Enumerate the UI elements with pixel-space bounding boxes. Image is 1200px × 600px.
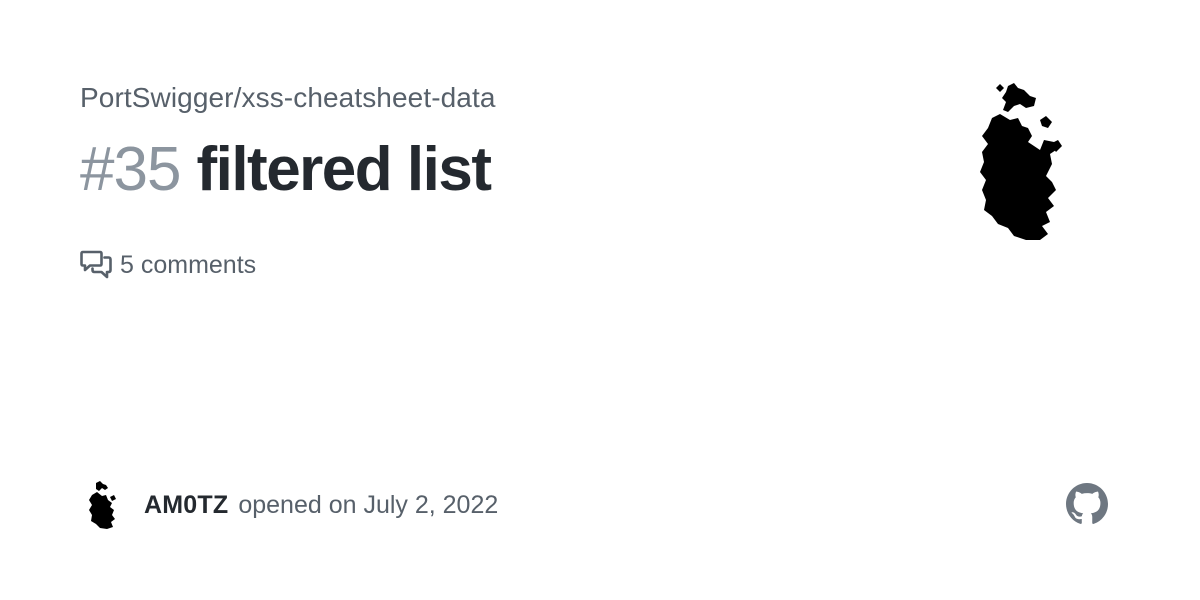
issue-footer: AM0TZ opened on July 2, 2022 xyxy=(80,478,498,532)
comment-discussion-icon xyxy=(80,249,112,281)
author-name-link[interactable]: AM0TZ xyxy=(144,491,228,520)
comments-count[interactable]: 5 comments xyxy=(80,248,256,282)
issue-number: #35 xyxy=(80,135,181,204)
author-avatar[interactable] xyxy=(80,479,124,531)
comments-count-label: 5 comments xyxy=(120,250,257,279)
opened-date: opened on July 2, 2022 xyxy=(238,490,499,519)
issue-title: filtered list xyxy=(196,135,492,204)
issue-heading: #35 filtered list xyxy=(80,134,492,206)
repo-name-link[interactable]: PortSwigger/xss-cheatsheet-data xyxy=(80,80,496,116)
github-mark-icon[interactable] xyxy=(1066,483,1108,525)
repo-owner-avatar xyxy=(970,80,1070,244)
